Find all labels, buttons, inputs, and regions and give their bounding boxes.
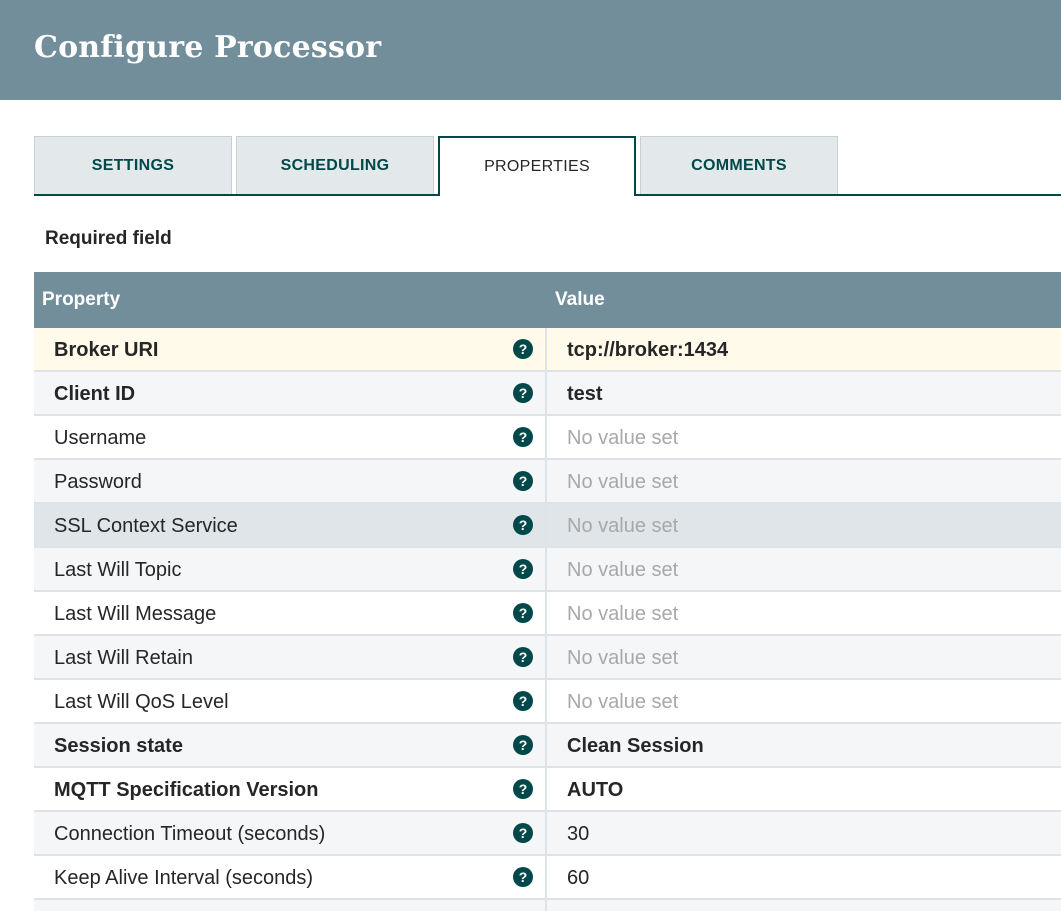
tab-properties[interactable]: PROPERTIES <box>438 136 636 196</box>
property-cell: Session state? <box>34 724 547 766</box>
property-cell: Last Will QoS Level? <box>34 680 547 722</box>
value-cell[interactable]: No value set <box>549 504 1061 546</box>
property-name: Last Will Retain <box>54 647 193 669</box>
property-value: tcp://broker:1434 <box>567 339 729 361</box>
property-cell: Broker URI? <box>34 328 547 370</box>
property-cell: SSL Context Service? <box>34 504 547 546</box>
property-name: Client ID <box>54 383 136 405</box>
table-row[interactable]: Last Will Retain? No value set <box>34 636 1061 680</box>
question-circle-icon[interactable]: ? <box>513 427 533 447</box>
question-circle-icon[interactable]: ? <box>513 691 533 711</box>
property-cell: Topic? <box>34 900 547 911</box>
property-name: Keep Alive Interval (seconds) <box>54 867 314 889</box>
dialog-title: Configure Processor <box>34 30 382 65</box>
property-value: AUTO <box>567 779 624 801</box>
tab-scheduling[interactable]: SCHEDULING <box>236 136 434 194</box>
property-value: No value set <box>567 603 679 625</box>
table-row[interactable]: Session state? Clean Session <box>34 724 1061 768</box>
value-cell[interactable]: tcp://broker:1434 <box>549 328 1061 370</box>
table-row[interactable]: Client ID? test <box>34 372 1061 416</box>
value-cell[interactable]: No value set <box>549 680 1061 722</box>
question-circle-icon[interactable]: ? <box>513 867 533 887</box>
value-cell[interactable]: No value set <box>549 636 1061 678</box>
property-name: Last Will Topic <box>54 559 182 581</box>
value-cell[interactable]: No value set <box>549 460 1061 502</box>
property-cell: Connection Timeout (seconds)? <box>34 812 547 854</box>
property-name: Session state <box>54 735 183 757</box>
value-cell[interactable]: test <box>549 372 1061 414</box>
value-cell[interactable]: 60 <box>549 856 1061 898</box>
question-circle-icon[interactable]: ? <box>513 779 533 799</box>
required-field-label: Required field <box>45 228 172 249</box>
property-name: Username <box>54 427 147 449</box>
grid-header: Property Value <box>34 272 1061 328</box>
table-row[interactable]: Password? No value set <box>34 460 1061 504</box>
property-value: No value set <box>567 691 679 713</box>
property-cell: Last Will Message? <box>34 592 547 634</box>
property-value: 30 <box>567 823 590 845</box>
property-value: No value set <box>567 427 679 449</box>
property-cell: MQTT Specification Version? <box>34 768 547 810</box>
property-name: Last Will Message <box>54 603 217 625</box>
question-circle-icon[interactable]: ? <box>513 735 533 755</box>
value-cell[interactable]: No value set <box>549 416 1061 458</box>
property-value: No value set <box>567 515 679 537</box>
property-name: Broker URI <box>54 339 159 361</box>
table-row[interactable]: Last Will QoS Level? No value set <box>34 680 1061 724</box>
property-name: SSL Context Service <box>54 515 238 537</box>
property-cell: Keep Alive Interval (seconds)? <box>34 856 547 898</box>
tab-comments[interactable]: COMMENTS <box>640 136 838 194</box>
value-cell[interactable]: No value set <box>549 592 1061 634</box>
table-row[interactable]: Broker URI? tcp://broker:1434 <box>34 328 1061 372</box>
tab-settings[interactable]: SETTINGS <box>34 136 232 194</box>
property-cell: Last Will Retain? <box>34 636 547 678</box>
property-cell: Username? <box>34 416 547 458</box>
table-row[interactable]: Last Will Topic? No value set <box>34 548 1061 592</box>
property-value: 60 <box>567 867 590 889</box>
question-circle-icon[interactable]: ? <box>513 515 533 535</box>
property-name: Password <box>54 471 142 493</box>
question-circle-icon[interactable]: ? <box>513 559 533 579</box>
column-header-property[interactable]: Property <box>42 289 120 311</box>
table-row[interactable]: Username? No value set <box>34 416 1061 460</box>
property-name: Connection Timeout (seconds) <box>54 823 326 845</box>
value-cell[interactable]: No value set <box>549 900 1061 911</box>
property-cell: Last Will Topic? <box>34 548 547 590</box>
property-value: No value set <box>567 559 679 581</box>
property-value: No value set <box>567 647 679 669</box>
question-circle-icon[interactable]: ? <box>513 647 533 667</box>
property-value: No value set <box>567 471 679 493</box>
question-circle-icon[interactable]: ? <box>513 603 533 623</box>
value-cell[interactable]: Clean Session <box>549 724 1061 766</box>
property-name: MQTT Specification Version <box>54 779 319 801</box>
properties-grid: Property Value Broker URI? tcp://broker:1… <box>34 272 1061 911</box>
question-circle-icon[interactable]: ? <box>513 471 533 491</box>
table-row[interactable]: Connection Timeout (seconds)? 30 <box>34 812 1061 856</box>
table-row[interactable]: Topic?No value set <box>34 900 1061 911</box>
tab-bar: SETTINGS SCHEDULING PROPERTIES COMMENTS <box>34 136 1061 196</box>
value-cell[interactable]: 30 <box>549 812 1061 854</box>
question-circle-icon[interactable]: ? <box>513 339 533 359</box>
value-cell[interactable]: No value set <box>549 548 1061 590</box>
dialog-header: Configure Processor <box>0 0 1061 100</box>
table-row[interactable]: MQTT Specification Version? AUTO <box>34 768 1061 812</box>
property-cell: Password? <box>34 460 547 502</box>
column-header-value[interactable]: Value <box>555 289 605 311</box>
question-circle-icon[interactable]: ? <box>513 383 533 403</box>
question-circle-icon[interactable]: ? <box>513 823 533 843</box>
table-row[interactable]: SSL Context Service? No value set <box>34 504 1061 548</box>
table-row[interactable]: Keep Alive Interval (seconds)? 60 <box>34 856 1061 900</box>
value-cell[interactable]: AUTO <box>549 768 1061 810</box>
property-cell: Client ID? <box>34 372 547 414</box>
property-name: Last Will QoS Level <box>54 691 229 713</box>
property-value: Clean Session <box>567 735 704 757</box>
property-value: test <box>567 383 603 405</box>
table-row[interactable]: Last Will Message? No value set <box>34 592 1061 636</box>
